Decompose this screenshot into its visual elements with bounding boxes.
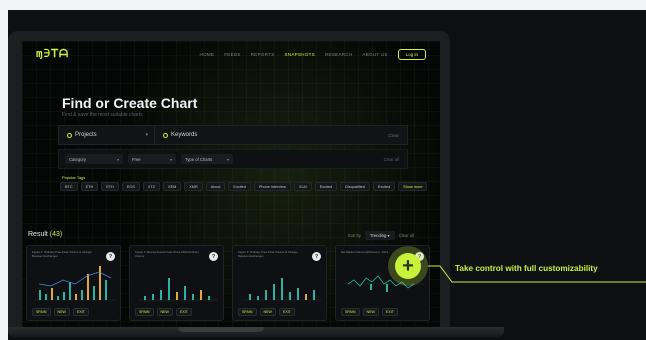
cta-text: Take control with full customizability <box>455 264 598 273</box>
callout-line <box>428 265 646 283</box>
promo-stage: ɱ∋ꓔᗩ HOME FEEDS REPORTS SNAPSHOTS RESEAR… <box>0 0 646 340</box>
